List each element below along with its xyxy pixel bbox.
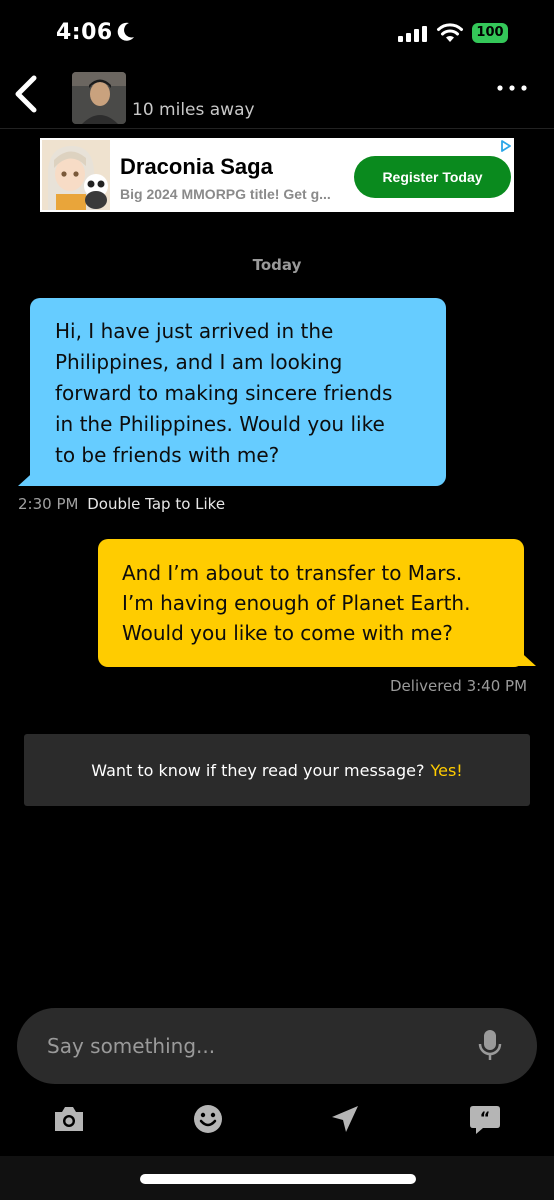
ad-image — [42, 140, 110, 210]
mic-icon[interactable] — [478, 1028, 502, 1064]
message-line: I’m having enough of Planet Earth. — [122, 591, 471, 615]
back-icon[interactable] — [14, 74, 38, 114]
message-line: Hi, I have just arrived in the — [55, 319, 334, 343]
outgoing-message-bubble[interactable]: And I’m about to transfer to Mars. I’m h… — [98, 539, 524, 667]
home-indicator[interactable] — [140, 1174, 416, 1184]
moon-icon — [117, 22, 134, 41]
status-time: 4:06 — [56, 20, 113, 45]
message-line: in the Philippines. Would you like — [55, 412, 385, 436]
message-line: Philippines, and I am looking — [55, 350, 343, 374]
message-line: And I’m about to transfer to Mars. — [122, 561, 463, 585]
header-divider — [0, 128, 554, 129]
message-line: forward to making sincere friends — [55, 381, 393, 405]
ad-title: Draconia Saga — [120, 154, 273, 179]
message-time: 2:30 PM — [18, 495, 79, 513]
read-receipt-prompt[interactable]: Want to know if they read your message? … — [24, 734, 530, 806]
message-input[interactable] — [17, 1008, 537, 1084]
read-receipt-yes-link[interactable]: Yes! — [430, 761, 462, 780]
delivery-status: Delivered 3:40 PM — [390, 677, 528, 695]
incoming-message-meta: 2:30 PM Double Tap to Like — [18, 495, 225, 513]
message-line: Would you like to come with me? — [122, 621, 453, 645]
double-tap-hint: Double Tap to Like — [87, 495, 226, 513]
register-today-button[interactable]: Register Today — [354, 156, 511, 198]
adchoices-icon[interactable] — [498, 138, 514, 154]
wifi-icon — [437, 23, 463, 42]
message-line: to be friends with me? — [55, 443, 280, 467]
incoming-message-bubble[interactable]: Hi, I have just arrived in the Philippin… — [30, 298, 446, 486]
avatar[interactable] — [72, 72, 126, 124]
read-receipt-text: Want to know if they read your message? — [91, 760, 425, 780]
ad-subtitle: Big 2024 MMORPG title! Get g... — [120, 186, 331, 202]
more-icon[interactable] — [496, 82, 528, 94]
svg-text:“: “ — [480, 1108, 491, 1127]
incoming-bubble-tail — [18, 466, 40, 486]
ad-banner[interactable]: Draconia Saga Big 2024 MMORPG title! Get… — [40, 138, 514, 212]
send-location-icon[interactable] — [330, 1104, 360, 1134]
date-separator: Today — [252, 256, 302, 274]
outgoing-bubble-tail — [514, 646, 536, 666]
battery-icon: 100 — [472, 23, 508, 43]
signal-icon — [398, 26, 427, 42]
camera-icon[interactable] — [52, 1104, 86, 1134]
distance-label: 10 miles away — [132, 100, 255, 120]
smiley-icon[interactable] — [193, 1104, 223, 1134]
saved-phrases-icon[interactable]: “ — [469, 1104, 501, 1136]
